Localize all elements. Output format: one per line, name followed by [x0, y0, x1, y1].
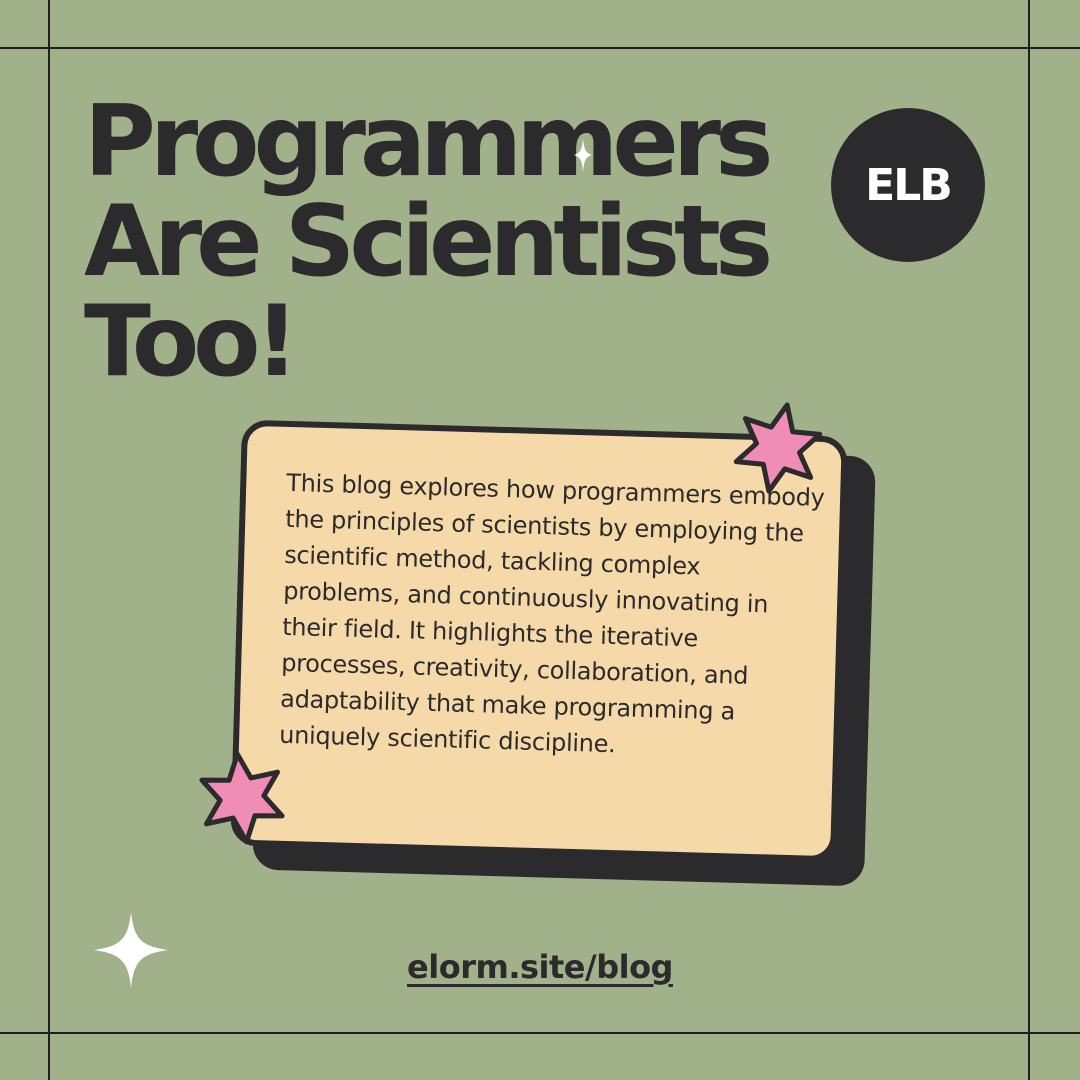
logo-badge: ELB: [831, 108, 985, 262]
frame-line-left: [48, 0, 50, 1080]
frame-line-top: [0, 47, 1080, 49]
title-sparkle-icon: [574, 138, 592, 172]
frame-line-bottom: [0, 1032, 1080, 1034]
title-line-1: Programmers: [84, 85, 773, 199]
star-icon: [733, 402, 823, 494]
card-description: This blog explores how programmers embod…: [278, 468, 825, 759]
blog-post-graphic: Programmers Are Scientists Too! ELB This…: [0, 0, 1080, 1080]
frame-line-right: [1028, 0, 1030, 1080]
title-line-3: Too!: [84, 285, 299, 399]
page-title: Programmers Are Scientists Too!: [84, 85, 773, 399]
blog-url-link[interactable]: elorm.site/blog: [0, 948, 1080, 986]
title-line-2: Are Scientists: [84, 185, 773, 299]
star-icon: [199, 751, 285, 845]
logo-badge-text: ELB: [865, 159, 953, 211]
